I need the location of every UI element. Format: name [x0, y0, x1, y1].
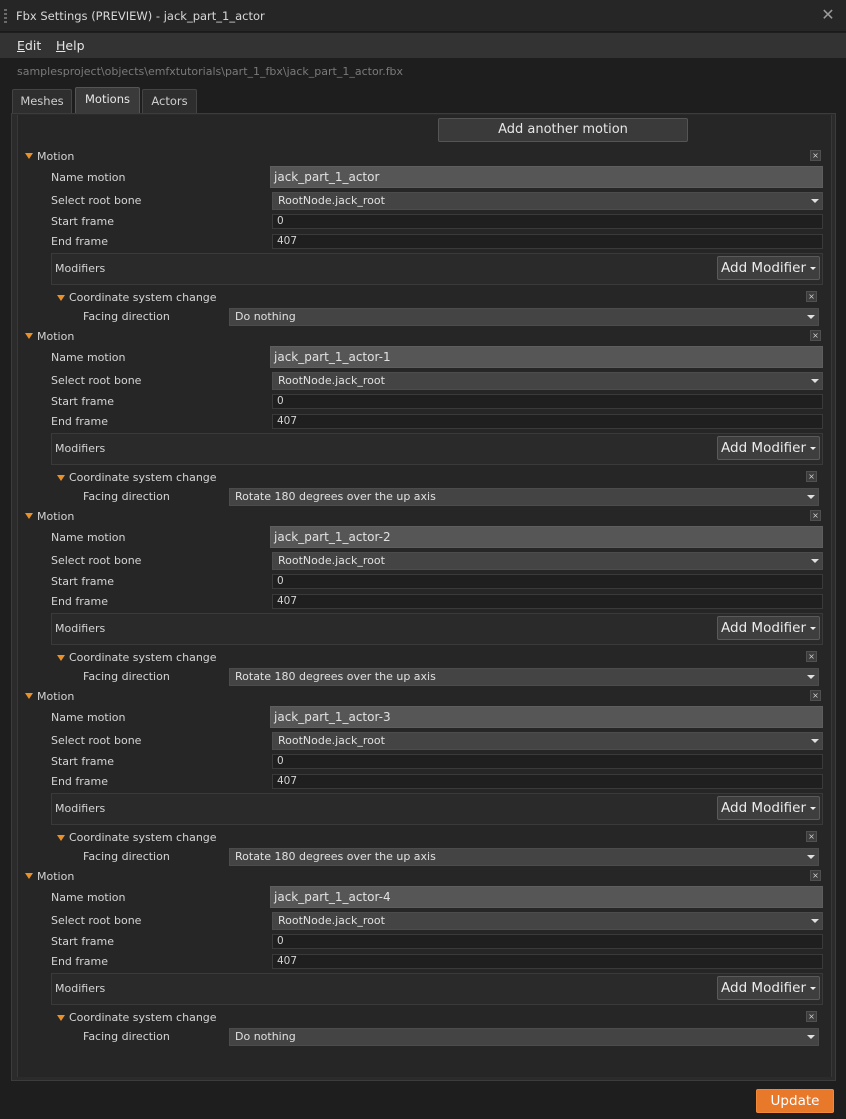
- modifiers-label: Modifiers: [55, 982, 106, 995]
- add-modifier-label: Add Modifier: [721, 980, 807, 996]
- expand-triangle-icon[interactable]: [25, 873, 33, 879]
- motion-group-1: Motion × Name motion jack_part_1_actor S…: [0, 0, 846, 326]
- motion-header-label: Motion: [37, 870, 75, 883]
- motion-group-4: Motion × Name motion jack_part_1_actor-3…: [0, 540, 846, 866]
- remove-motion-button[interactable]: ×: [810, 690, 821, 701]
- facing-direction-label: Facing direction: [83, 1030, 170, 1043]
- chevron-down-icon: [807, 1035, 815, 1039]
- add-modifier-button[interactable]: Add Modifier: [717, 976, 820, 1000]
- root-bone-value: RootNode.jack_root: [278, 914, 385, 927]
- start-frame-input[interactable]: 0: [272, 934, 823, 949]
- remove-motion-button[interactable]: ×: [810, 150, 821, 161]
- expand-triangle-icon[interactable]: [25, 513, 33, 519]
- expand-triangle-icon[interactable]: [25, 693, 33, 699]
- motion-group-5: Motion × Name motion jack_part_1_actor-4…: [0, 720, 846, 1046]
- update-button[interactable]: Update: [756, 1089, 834, 1113]
- expand-triangle-icon[interactable]: [25, 153, 33, 159]
- motion-header-label: Motion: [37, 150, 75, 163]
- motion-header-label: Motion: [37, 510, 75, 523]
- remove-motion-button[interactable]: ×: [810, 510, 821, 521]
- name-motion-input[interactable]: jack_part_1_actor-4: [270, 886, 823, 908]
- name-motion-label: Name motion: [51, 891, 126, 904]
- end-frame-label: End frame: [51, 955, 109, 968]
- remove-motion-button[interactable]: ×: [810, 330, 821, 341]
- end-frame-input[interactable]: 407: [272, 954, 823, 969]
- expand-triangle-icon[interactable]: [25, 333, 33, 339]
- remove-motion-button[interactable]: ×: [810, 870, 821, 881]
- remove-modifier-button[interactable]: ×: [806, 1011, 817, 1022]
- motion-group-2: Motion × Name motion jack_part_1_actor-1…: [0, 180, 846, 506]
- start-frame-label: Start frame: [51, 935, 114, 948]
- chevron-down-icon: [811, 919, 819, 923]
- facing-direction-select[interactable]: Do nothing: [229, 1028, 819, 1046]
- select-root-bone-label: Select root bone: [51, 914, 142, 927]
- expand-triangle-icon[interactable]: [57, 1015, 65, 1021]
- motion-header-label: Motion: [37, 690, 75, 703]
- root-bone-select[interactable]: RootNode.jack_root: [272, 912, 823, 930]
- facing-direction-value: Do nothing: [235, 1030, 296, 1043]
- motion-group-3: Motion × Name motion jack_part_1_actor-2…: [0, 360, 846, 686]
- dropdown-arrow-icon: [810, 987, 816, 990]
- coordinate-system-change-label: Coordinate system change: [69, 1011, 217, 1024]
- modifiers-box: [51, 973, 823, 1005]
- motion-header-label: Motion: [37, 330, 75, 343]
